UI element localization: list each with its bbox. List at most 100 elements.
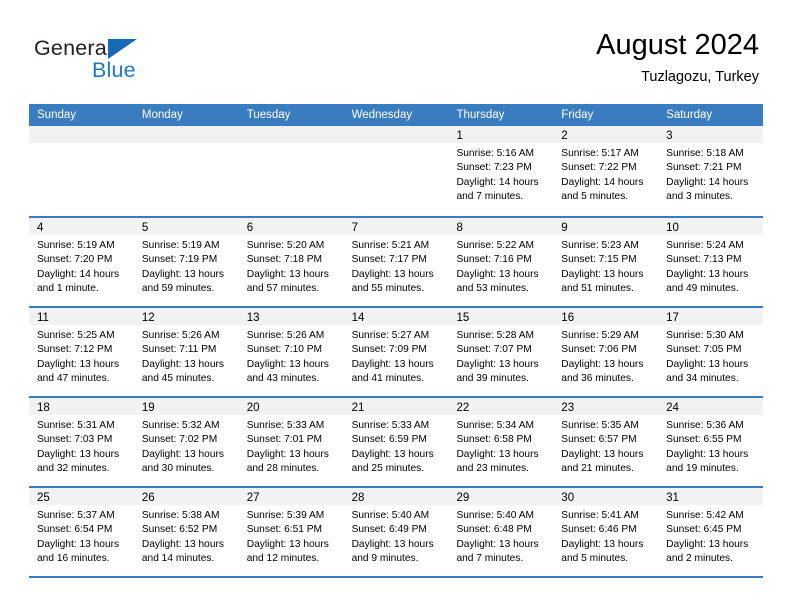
daylight-text: Daylight: 13 hours and 7 minutes.	[456, 538, 539, 564]
sunset-text: Sunset: 6:59 PM	[351, 434, 427, 446]
sunrise-text: Sunrise: 5:23 AM	[561, 240, 639, 251]
calendar-day-cell[interactable]: 20 Sunrise: 5:33 AM Sunset: 7:01 PM Dayligh…	[238, 398, 344, 486]
sunset-text: Sunset: 7:23 PM	[456, 162, 532, 174]
calendar-week-row: 1 Sunrise: 5:16 AM Sunset: 7:23 PM Daylight…	[29, 126, 764, 216]
calendar-day-cell[interactable]: 21 Sunrise: 5:33 AM Sunset: 6:59 PM Dayligh…	[343, 398, 449, 486]
day-number-band	[29, 126, 134, 143]
calendar-day-cell[interactable]: 7 Sunrise: 5:21 AM Sunset: 7:17 PM Daylight…	[343, 218, 449, 306]
daylight-text: Daylight: 13 hours and 47 minutes.	[37, 358, 120, 384]
day-details: Sunrise: 5:26 AM Sunset: 7:11 PM Daylight:…	[134, 325, 239, 386]
day-number: 29	[456, 492, 470, 504]
calendar-day-cell[interactable]: 25 Sunrise: 5:37 AM Sunset: 6:54 PM Dayligh…	[29, 488, 134, 576]
calendar-day-cell[interactable]: 8 Sunrise: 5:22 AM Sunset: 7:16 PM Daylight…	[448, 218, 554, 306]
daylight-text: Daylight: 14 hours and 7 minutes.	[456, 176, 539, 202]
daylight-text: Daylight: 13 hours and 43 minutes.	[246, 358, 329, 384]
calendar-day-cell[interactable]: 1 Sunrise: 5:16 AM Sunset: 7:23 PM Daylight…	[448, 126, 554, 216]
day-number-band: 28	[343, 488, 449, 505]
day-number: 4	[37, 222, 44, 234]
day-number: 3	[666, 130, 673, 142]
day-number-band: 25	[29, 488, 134, 505]
calendar-day-cell[interactable]: 5 Sunrise: 5:19 AM Sunset: 7:19 PM Daylight…	[133, 218, 239, 306]
day-details: Sunrise: 5:40 AM Sunset: 6:48 PM Daylight:…	[448, 505, 553, 566]
sunrise-text: Sunrise: 5:16 AM	[456, 148, 535, 159]
daylight-text: Daylight: 13 hours and 49 minutes.	[666, 268, 749, 294]
page-title: August 2024	[596, 29, 759, 61]
day-number-band: 10	[658, 218, 764, 235]
calendar-day-cell[interactable]: 24 Sunrise: 5:36 AM Sunset: 6:55 PM Dayligh…	[658, 398, 764, 486]
day-details: Sunrise: 5:33 AM Sunset: 6:59 PM Daylight:…	[344, 415, 449, 476]
daylight-text: Daylight: 13 hours and 19 minutes.	[666, 448, 749, 474]
sunrise-text: Sunrise: 5:30 AM	[666, 330, 744, 341]
sunset-text: Sunset: 6:55 PM	[666, 434, 742, 446]
day-number-band: 13	[238, 308, 344, 325]
calendar-week-row: 4 Sunrise: 5:19 AM Sunset: 7:20 PM Daylight…	[29, 216, 764, 306]
daylight-text: Daylight: 13 hours and 45 minutes.	[141, 358, 224, 384]
daylight-text: Daylight: 13 hours and 36 minutes.	[561, 358, 644, 384]
sunrise-text: Sunrise: 5:38 AM	[141, 510, 220, 521]
daylight-text: Daylight: 13 hours and 12 minutes.	[246, 538, 329, 564]
calendar-day-cell[interactable]: 28 Sunrise: 5:40 AM Sunset: 6:49 PM Dayligh…	[343, 488, 449, 576]
day-number: 13	[246, 312, 260, 324]
calendar-day-cell[interactable]: 4 Sunrise: 5:19 AM Sunset: 7:20 PM Daylight…	[29, 218, 134, 306]
sunset-text: Sunset: 7:05 PM	[666, 344, 742, 356]
calendar-day-cell[interactable]: 30 Sunrise: 5:41 AM Sunset: 6:46 PM Dayligh…	[553, 488, 659, 576]
calendar-day-cell[interactable]: 12 Sunrise: 5:26 AM Sunset: 7:11 PM Dayligh…	[133, 308, 239, 396]
daylight-text: Daylight: 13 hours and 53 minutes.	[456, 268, 539, 294]
daylight-text: Daylight: 14 hours and 1 minute.	[37, 268, 120, 294]
day-number-band: 24	[658, 398, 764, 415]
calendar-day-cell[interactable]: 11 Sunrise: 5:25 AM Sunset: 7:12 PM Dayligh…	[29, 308, 134, 396]
sunset-text: Sunset: 7:19 PM	[141, 254, 218, 266]
sunrise-text: Sunrise: 5:21 AM	[351, 240, 430, 251]
sunrise-text: Sunrise: 5:22 AM	[456, 240, 535, 251]
day-number-band: 19	[133, 398, 239, 415]
day-number: 30	[561, 492, 575, 504]
weekday-header-sunday: Sunday	[37, 109, 77, 121]
weekday-header-tuesday: Tuesday	[246, 109, 291, 121]
daylight-text: Daylight: 13 hours and 39 minutes.	[456, 358, 539, 384]
daylight-text: Daylight: 13 hours and 23 minutes.	[456, 448, 539, 474]
calendar-day-cell[interactable]: 22 Sunrise: 5:34 AM Sunset: 6:58 PM Dayligh…	[448, 398, 554, 486]
calendar-day-cell[interactable]: 16 Sunrise: 5:29 AM Sunset: 7:06 PM Dayligh…	[553, 308, 659, 396]
day-number: 1	[456, 130, 463, 142]
day-details: Sunrise: 5:33 AM Sunset: 7:01 PM Daylight:…	[239, 415, 344, 476]
calendar-day-cell[interactable]: 3 Sunrise: 5:18 AM Sunset: 7:21 PM Daylight…	[658, 126, 764, 216]
calendar-day-cell[interactable]: 15 Sunrise: 5:28 AM Sunset: 7:07 PM Dayligh…	[448, 308, 554, 396]
day-details: Sunrise: 5:24 AM Sunset: 7:13 PM Daylight:…	[658, 235, 763, 296]
calendar-day-cell[interactable]: 9 Sunrise: 5:23 AM Sunset: 7:15 PM Daylight…	[553, 218, 659, 306]
day-number: 6	[246, 222, 254, 234]
day-details: Sunrise: 5:35 AM Sunset: 6:57 PM Daylight:…	[553, 415, 658, 476]
sunset-text: Sunset: 7:09 PM	[351, 344, 427, 356]
calendar-day-cell[interactable]: 27 Sunrise: 5:39 AM Sunset: 6:51 PM Dayligh…	[238, 488, 344, 576]
sunset-text: Sunset: 7:18 PM	[246, 254, 323, 266]
day-details: Sunrise: 5:30 AM Sunset: 7:05 PM Daylight:…	[658, 325, 763, 386]
day-details: Sunrise: 5:22 AM Sunset: 7:16 PM Daylight:…	[448, 235, 553, 296]
day-details: Sunrise: 5:28 AM Sunset: 7:07 PM Daylight:…	[448, 325, 553, 386]
calendar-page: General Blue August 2024 Tuzlagozu, Turk…	[0, 0, 792, 612]
calendar-day-cell[interactable]: 10 Sunrise: 5:24 AM Sunset: 7:13 PM Dayligh…	[658, 218, 764, 306]
calendar-day-cell[interactable]: 29 Sunrise: 5:40 AM Sunset: 6:48 PM Dayligh…	[448, 488, 554, 576]
calendar-day-cell[interactable]: 13 Sunrise: 5:26 AM Sunset: 7:10 PM Dayligh…	[238, 308, 344, 396]
calendar-day-cell[interactable]: 31 Sunrise: 5:42 AM Sunset: 6:45 PM Dayligh…	[658, 488, 764, 576]
day-number: 27	[246, 492, 260, 504]
calendar-day-cell[interactable]: 18 Sunrise: 5:31 AM Sunset: 7:03 PM Dayligh…	[29, 398, 134, 486]
day-number-band: 2	[553, 126, 659, 143]
calendar-day-cell[interactable]: 26 Sunrise: 5:38 AM Sunset: 6:52 PM Dayligh…	[133, 488, 239, 576]
day-details: Sunrise: 5:18 AM Sunset: 7:21 PM Daylight:…	[658, 143, 763, 204]
sunset-text: Sunset: 6:48 PM	[456, 524, 532, 536]
daylight-text: Daylight: 13 hours and 5 minutes.	[561, 538, 644, 564]
day-number: 21	[351, 402, 365, 414]
calendar-day-cell[interactable]: 14 Sunrise: 5:27 AM Sunset: 7:09 PM Dayligh…	[343, 308, 449, 396]
calendar-day-cell[interactable]: 23 Sunrise: 5:35 AM Sunset: 6:57 PM Dayligh…	[553, 398, 659, 486]
daylight-text: Daylight: 13 hours and 57 minutes.	[246, 268, 329, 294]
day-number: 20	[246, 402, 260, 414]
calendar-day-cell[interactable]: 2 Sunrise: 5:17 AM Sunset: 7:22 PM Daylight…	[553, 126, 659, 216]
daylight-text: Daylight: 13 hours and 55 minutes.	[351, 268, 434, 294]
calendar-day-cell[interactable]: 6 Sunrise: 5:20 AM Sunset: 7:18 PM Daylight…	[238, 218, 344, 306]
calendar-day-cell[interactable]: 19 Sunrise: 5:32 AM Sunset: 7:02 PM Dayligh…	[133, 398, 239, 486]
day-number: 16	[561, 312, 575, 324]
weekday-header-row: Sunday Monday Tuesday Wednesday Thursday Frid…	[29, 104, 763, 126]
daylight-text: Daylight: 13 hours and 59 minutes.	[141, 268, 224, 294]
general-blue-logo[interactable]: General Blue	[34, 36, 234, 86]
sunrise-text: Sunrise: 5:19 AM	[141, 240, 220, 251]
calendar-day-cell[interactable]: 17 Sunrise: 5:30 AM Sunset: 7:05 PM Dayligh…	[658, 308, 764, 396]
